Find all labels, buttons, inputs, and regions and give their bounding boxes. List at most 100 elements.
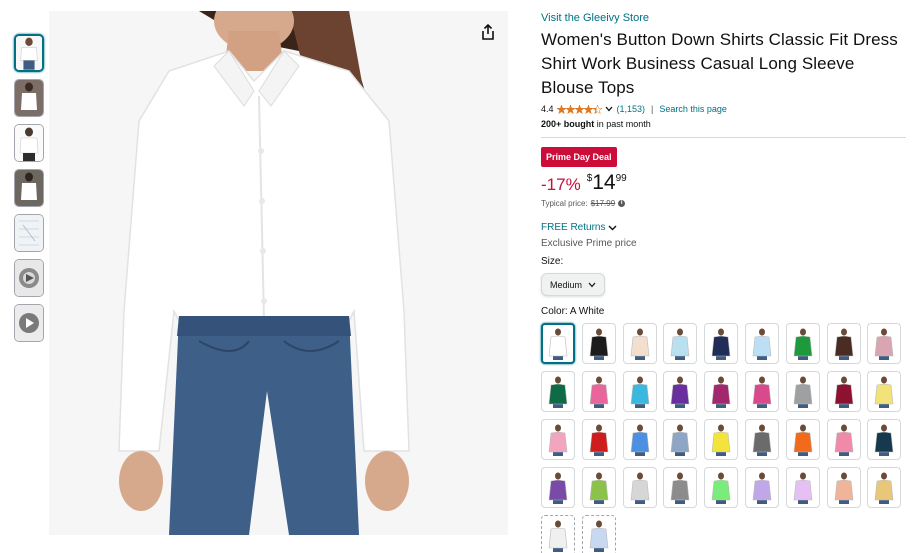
shirt-thumbnail-icon [711, 472, 731, 504]
shirt-thumbnail-icon [671, 376, 690, 408]
color-swatch[interactable] [826, 371, 861, 412]
color-label: Color: A White [541, 306, 906, 317]
color-swatch[interactable] [622, 419, 657, 460]
thumbnail-4[interactable] [14, 169, 44, 207]
thumbnail-3[interactable] [14, 124, 44, 162]
shirt-thumbnail-icon [548, 520, 568, 552]
price: $ 14 99 [587, 172, 627, 194]
stars-icon [556, 104, 603, 114]
chevron-down-icon [588, 282, 596, 288]
color-swatch[interactable] [785, 467, 820, 508]
bought-rest: in past month [594, 119, 651, 129]
thumbnail-2[interactable] [14, 79, 44, 117]
color-swatch[interactable] [744, 467, 779, 508]
color-swatch[interactable] [581, 371, 616, 412]
shirt-thumbnail-icon [752, 472, 772, 504]
color-swatch[interactable] [867, 323, 902, 364]
shirt-thumbnail-icon [834, 376, 853, 408]
store-link[interactable]: Visit the Gleeivy Store [541, 11, 906, 25]
shirt-thumbnail-icon [711, 328, 731, 360]
color-swatch[interactable] [704, 467, 739, 508]
color-swatch[interactable] [826, 419, 861, 460]
color-swatch[interactable] [663, 419, 698, 460]
discount-percent: -17% [541, 175, 581, 194]
color-swatch[interactable] [581, 419, 616, 460]
bought-count: 200+ bought in past month [541, 119, 906, 129]
search-this-page-link[interactable]: Search this page [659, 104, 727, 114]
main-product-image[interactable] [49, 11, 508, 535]
exclusive-prime-price: Exclusive Prime price [541, 238, 637, 249]
free-returns-label[interactable]: FREE Returns [541, 222, 605, 233]
shirt-thumbnail-icon [630, 472, 649, 504]
color-swatch[interactable] [785, 323, 820, 364]
color-swatch[interactable] [744, 323, 779, 364]
divider [541, 137, 906, 138]
size-dropdown[interactable]: Medium [541, 273, 606, 296]
color-swatch[interactable] [744, 371, 779, 412]
shirt-thumbnail-icon [711, 376, 731, 408]
free-returns[interactable]: FREE Returns [541, 222, 906, 233]
color-swatch[interactable] [581, 467, 616, 508]
rating-value: 4.4 [541, 104, 554, 114]
bought-bold: 200+ bought [541, 119, 595, 129]
color-swatch[interactable] [704, 323, 739, 364]
deal-badge: Prime Day Deal [541, 147, 617, 167]
shirt-thumbnail-icon [589, 472, 609, 504]
color-swatch[interactable] [622, 467, 657, 508]
shirt-thumbnail-icon [834, 472, 853, 504]
shirt-thumbnail-icon [589, 520, 609, 552]
color-swatch[interactable] [663, 371, 698, 412]
shirt-thumbnail-icon [752, 328, 772, 360]
shirt-thumbnail-icon [548, 472, 568, 504]
shirt-thumbnail-icon [671, 472, 690, 504]
thumbnail-5[interactable] [14, 214, 44, 252]
color-swatch[interactable] [541, 323, 575, 364]
shirt-thumbnail-icon [793, 376, 813, 408]
rating-count[interactable]: (1,153) [617, 104, 646, 114]
shirt-thumbnail-icon [793, 472, 813, 504]
color-swatch[interactable] [541, 419, 575, 460]
color-swatch[interactable] [541, 515, 575, 553]
color-swatch[interactable] [541, 467, 575, 508]
shirt-thumbnail-icon [630, 328, 649, 360]
price-whole: 14 [592, 171, 616, 194]
shirt-thumbnail-icon [875, 376, 894, 408]
product-info-panel: Visit the Gleeivy Store Women's Button D… [541, 11, 906, 553]
product-title: Women's Button Down Shirts Classic Fit D… [541, 30, 898, 97]
color-swatch[interactable] [785, 419, 820, 460]
shirt-thumbnail-icon [671, 424, 690, 456]
color-swatch[interactable] [867, 467, 902, 508]
shirt-thumbnail-icon [793, 424, 813, 456]
color-swatch[interactable] [581, 323, 616, 364]
color-swatch[interactable] [826, 323, 861, 364]
color-swatch[interactable] [704, 419, 739, 460]
info-icon[interactable]: i [618, 200, 626, 207]
rating-stars[interactable] [556, 104, 603, 114]
shirt-thumbnail-icon [548, 328, 568, 360]
shirt-thumbnail-icon [671, 328, 690, 360]
color-swatch[interactable] [622, 371, 657, 412]
share-icon[interactable] [477, 21, 499, 43]
color-swatch[interactable] [867, 371, 902, 412]
color-swatch[interactable] [581, 515, 616, 553]
shirt-thumbnail-icon [834, 328, 853, 360]
color-swatch[interactable] [622, 323, 657, 364]
thumbnail-7-video[interactable] [14, 304, 44, 342]
color-swatch[interactable] [663, 323, 698, 364]
shirt-thumbnail-icon [875, 424, 894, 456]
color-swatch[interactable] [744, 419, 779, 460]
color-swatch[interactable] [785, 371, 820, 412]
color-swatch[interactable] [826, 467, 861, 508]
color-selected-value: A White [569, 306, 605, 317]
thumbnail-1[interactable] [14, 34, 44, 72]
size-label: Size: [541, 256, 564, 267]
typical-price-label: Typical price: [541, 199, 588, 208]
chevron-down-icon[interactable] [605, 106, 613, 112]
chevron-down-icon[interactable] [608, 225, 617, 231]
color-swatch[interactable] [867, 419, 902, 460]
thumbnail-6[interactable] [14, 259, 44, 297]
color-swatch[interactable] [663, 467, 698, 508]
thumbnail-list [14, 34, 44, 342]
color-swatch[interactable] [704, 371, 739, 412]
color-swatch[interactable] [541, 371, 575, 412]
